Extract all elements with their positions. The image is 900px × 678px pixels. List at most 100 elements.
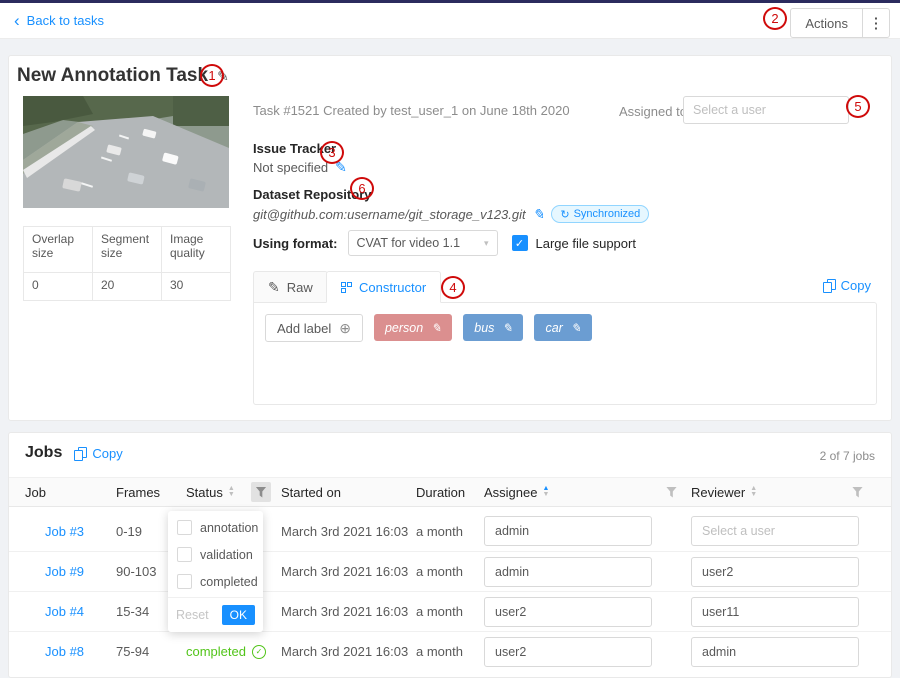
frames-cell: 75-94	[116, 644, 186, 659]
actions-button[interactable]: Actions ⋮	[790, 8, 890, 38]
back-to-tasks-link[interactable]: ‹ Back to tasks	[14, 13, 104, 28]
tab-constructor-label: Constructor	[359, 280, 426, 295]
callout-2: 2	[763, 7, 787, 30]
constructor-icon	[341, 282, 352, 293]
plus-circle-icon: ⊕	[339, 320, 351, 337]
format-select[interactable]: CVAT for video 1.1 ▾	[348, 230, 498, 256]
callout-4: 4	[441, 276, 465, 299]
task-detail-card: New Annotation Task ✎	[8, 55, 892, 421]
copy-jobs-link[interactable]: Copy	[74, 446, 122, 461]
tab-constructor[interactable]: Constructor	[326, 271, 441, 303]
param-header-overlap: Overlap size	[24, 227, 93, 273]
checkbox-unchecked-icon[interactable]	[177, 574, 192, 589]
sort-down-caret: ▼	[228, 492, 235, 498]
filter-option-validation[interactable]: validation	[168, 541, 263, 568]
task-title-row: New Annotation Task ✎	[17, 65, 229, 87]
tab-raw[interactable]: ✎ Raw	[253, 271, 328, 303]
reviewer-select[interactable]: user2	[691, 557, 859, 587]
checkbox-checked-icon[interactable]: ✓	[512, 235, 528, 251]
job-link[interactable]: Job #4	[25, 604, 84, 619]
jobs-count: 2 of 7 jobs	[820, 449, 875, 463]
road-scene-image	[23, 96, 229, 208]
reviewer-select[interactable]: user11	[691, 597, 859, 627]
format-select-value: CVAT for video 1.1	[357, 236, 461, 250]
started-cell: March 3rd 2021 16:03	[281, 604, 416, 619]
filter-ok-button[interactable]: OK	[222, 605, 255, 625]
param-header-segment: Segment size	[93, 227, 162, 273]
table-row: Job #3 0-19 March 3rd 2021 16:03 a month…	[9, 511, 891, 551]
edit-repository-icon[interactable]: ✎	[533, 206, 545, 223]
param-value-segment: 20	[93, 273, 162, 301]
status-header-label[interactable]: Status	[186, 485, 223, 500]
label-name: bus	[474, 321, 494, 335]
assignee-value: user2	[495, 645, 526, 659]
large-file-support-label: Large file support	[536, 236, 636, 251]
assignee-header-label[interactable]: Assignee	[484, 485, 537, 500]
sort-icon[interactable]: ▲ ▼	[228, 486, 235, 498]
assignee-select[interactable]: admin	[484, 557, 652, 587]
column-header-frames: Frames	[116, 485, 186, 500]
copy-labels-link[interactable]: Copy	[823, 278, 871, 293]
assigned-to-label: Assigned to	[619, 104, 687, 119]
reviewer-select[interactable]: admin	[691, 637, 859, 667]
add-label-button[interactable]: Add label ⊕	[265, 314, 363, 342]
param-value-quality: 30	[162, 273, 231, 301]
filter-option-completed[interactable]: completed	[168, 568, 263, 595]
callout-1: 1	[200, 64, 224, 87]
label-chip-person[interactable]: person ✎	[374, 314, 452, 341]
job-link[interactable]: Job #8	[25, 644, 84, 659]
assignee-value: admin	[495, 565, 529, 579]
sort-icon[interactable]: ▲ ▼	[542, 486, 549, 498]
table-row: Job #8 75-94 completed ✓ March 3rd 2021 …	[9, 631, 891, 671]
label-name: person	[385, 321, 423, 335]
synchronized-badge[interactable]: ↻ Synchronized	[551, 205, 649, 223]
back-link-label: Back to tasks	[27, 13, 104, 28]
assignee-select[interactable]: user2	[484, 637, 652, 667]
assignee-filter-icon[interactable]	[666, 487, 677, 498]
checkbox-unchecked-icon[interactable]	[177, 520, 192, 535]
edit-label-icon[interactable]: ✎	[431, 321, 441, 335]
job-link[interactable]: Job #9	[25, 564, 84, 579]
sort-down-caret: ▼	[542, 492, 549, 498]
assignee-select[interactable]: user2	[484, 597, 652, 627]
status-filter-button[interactable]	[251, 482, 271, 502]
status-completed-label: completed	[186, 644, 246, 659]
kebab-menu-icon[interactable]: ⋮	[863, 14, 889, 32]
jobs-title: Jobs	[25, 444, 62, 462]
column-header-status: Status ▲ ▼	[186, 482, 281, 502]
jobs-table-header: Job Frames Status ▲ ▼ Started on Duratio…	[9, 477, 891, 507]
issue-tracker-value: Not specified	[253, 160, 328, 175]
job-link[interactable]: Job #3	[25, 524, 84, 539]
label-chip-bus[interactable]: bus ✎	[463, 314, 523, 341]
filter-option-label: annotation	[200, 521, 258, 535]
label-chip-car[interactable]: car ✎	[534, 314, 591, 341]
sync-badge-label: Synchronized	[574, 208, 641, 220]
copy-icon	[74, 447, 86, 460]
filter-reset-button[interactable]: Reset	[176, 608, 209, 622]
edit-label-icon[interactable]: ✎	[502, 321, 512, 335]
jobs-title-row: Jobs Copy	[25, 444, 123, 462]
assignee-select[interactable]: admin	[484, 516, 652, 546]
edit-label-icon[interactable]: ✎	[571, 321, 581, 335]
assignee-value: user2	[495, 605, 526, 619]
task-meta: Task #1521 Created by test_user_1 on Jun…	[253, 103, 570, 118]
back-chevron-icon: ‹	[14, 14, 20, 27]
large-file-support-checkbox-wrap[interactable]: ✓ Large file support	[512, 235, 636, 251]
filter-option-label: completed	[200, 575, 258, 589]
reviewer-select[interactable]: Select a user	[691, 516, 859, 546]
jobs-card: Jobs Copy 2 of 7 jobs Job Frames Status …	[8, 432, 892, 678]
status-cell: completed ✓	[186, 644, 281, 659]
duration-cell: a month	[416, 524, 484, 539]
checkbox-unchecked-icon[interactable]	[177, 547, 192, 562]
reviewer-placeholder: Select a user	[702, 524, 775, 538]
reviewer-filter-icon[interactable]	[852, 487, 863, 498]
assigned-to-select[interactable]: Select a user	[683, 96, 849, 124]
reviewer-header-label[interactable]: Reviewer	[691, 485, 745, 500]
callout-6: 6	[350, 177, 374, 200]
started-cell: March 3rd 2021 16:03	[281, 564, 416, 579]
callout-3: 3	[320, 141, 344, 164]
sort-icon[interactable]: ▲ ▼	[750, 486, 757, 498]
chevron-down-icon: ▾	[484, 238, 489, 249]
filter-option-annotation[interactable]: annotation	[168, 514, 263, 541]
labels-constructor-panel: Add label ⊕ person ✎ bus ✎ car ✎	[253, 302, 877, 405]
